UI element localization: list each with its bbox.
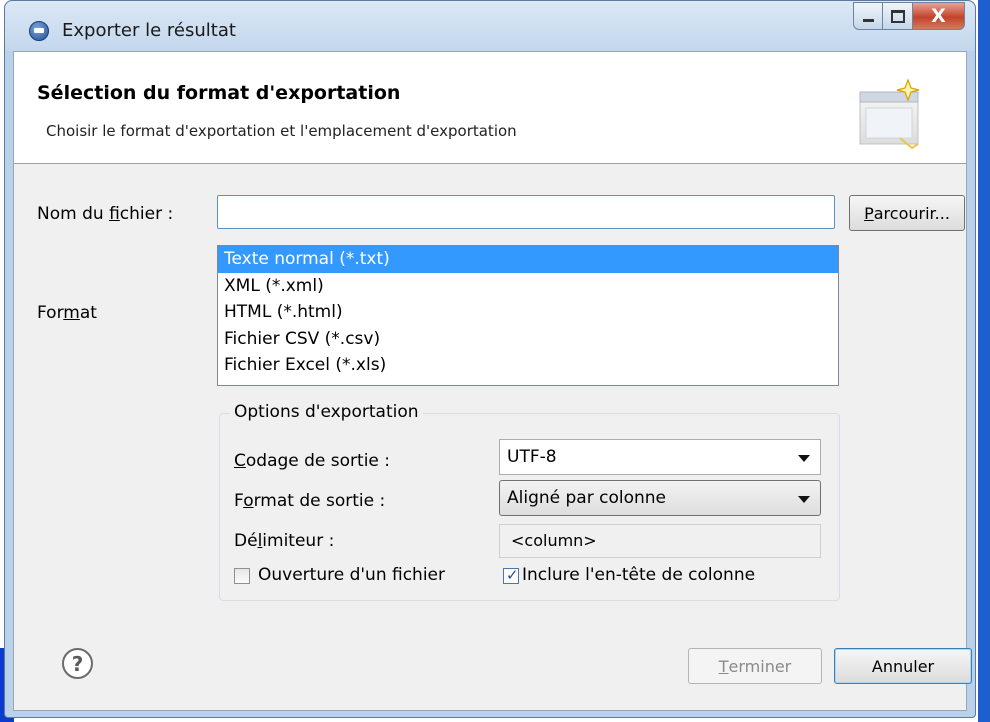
encoding-select[interactable]: UTF-8 <box>499 439 821 475</box>
format-option[interactable]: HTML (*.html) <box>218 299 838 326</box>
window-title: Exporter le résultat <box>62 20 236 41</box>
minimize-icon <box>862 18 874 22</box>
dialog-body: Sélection du format d'exportation Choisi… <box>13 51 972 711</box>
close-button[interactable]: X <box>913 2 965 30</box>
include-header-label[interactable]: Inclure l'en-tête de colonne <box>522 565 755 585</box>
close-icon: X <box>931 5 946 27</box>
help-icon[interactable]: ? <box>62 648 93 679</box>
header-title: Sélection du format d'exportation <box>37 82 401 104</box>
chevron-down-icon <box>798 496 810 503</box>
caption-buttons: X <box>853 2 965 32</box>
filename-label: Nom du fichier : <box>37 204 174 224</box>
delimiter-label: Délimiteur : <box>234 531 335 551</box>
minimize-button[interactable] <box>853 2 883 30</box>
format-option[interactable]: Fichier CSV (*.csv) <box>218 326 838 353</box>
app-icon <box>29 21 49 41</box>
filename-input[interactable] <box>217 195 835 229</box>
finish-button[interactable]: Terminer <box>688 648 822 684</box>
output-format-label: Format de sortie : <box>234 491 386 511</box>
header-subtitle: Choisir le format d'exportation et l'emp… <box>46 122 517 140</box>
format-option[interactable]: Fichier Excel (*.xls) <box>218 352 838 379</box>
cancel-button[interactable]: Annuler <box>834 648 972 684</box>
include-header-checkbox[interactable]: ✓ <box>503 566 519 584</box>
delimiter-field: <column> <box>499 524 821 558</box>
output-format-select[interactable]: Aligné par colonne <box>499 480 821 516</box>
maximize-button[interactable] <box>883 2 913 30</box>
wizard-header: Sélection du format d'exportation Choisi… <box>14 52 966 164</box>
output-format-value: Aligné par colonne <box>507 488 666 508</box>
wizard-window-icon <box>859 78 920 150</box>
desktop-background <box>978 0 990 722</box>
open-file-checkbox[interactable] <box>234 568 250 584</box>
chevron-down-icon <box>798 455 810 462</box>
export-dialog: Exporter le résultat X Sélection du form… <box>4 0 976 718</box>
browse-button[interactable]: Parcourir... <box>849 195 965 231</box>
export-options-title: Options d'exportation <box>230 402 423 422</box>
title-bar[interactable]: Exporter le résultat X <box>5 1 975 51</box>
open-file-label[interactable]: Ouverture d'un fichier <box>258 565 445 585</box>
format-list[interactable]: Texte normal (*.txt) XML (*.xml) HTML (*… <box>217 245 839 386</box>
maximize-icon <box>890 9 905 23</box>
format-option[interactable]: Texte normal (*.txt) <box>218 246 838 273</box>
encoding-value: UTF-8 <box>507 447 557 467</box>
encoding-label: Codage de sortie : <box>234 451 391 471</box>
format-label: Format <box>37 303 97 323</box>
check-icon: ✓ <box>506 566 519 584</box>
format-option[interactable]: XML (*.xml) <box>218 273 838 300</box>
